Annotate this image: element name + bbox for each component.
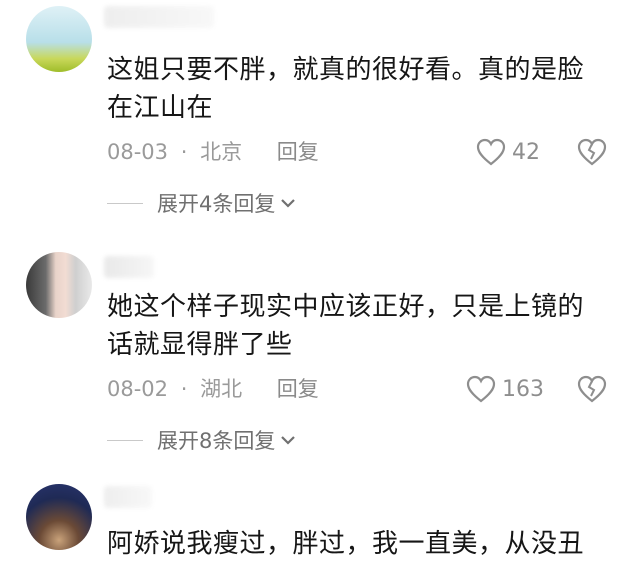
expand-replies-button[interactable]: 展开4条回复 [107,188,297,218]
expand-replies-label: 展开8条回复 [157,429,276,453]
expand-replies-label: 展开4条回复 [157,192,276,216]
chevron-down-icon [281,436,296,445]
comment-date: 08-03 [107,140,169,164]
comment-meta: 08-03 · 北京 回复 [107,137,319,167]
dislike-button[interactable] [576,137,608,167]
divider [107,439,143,441]
chevron-down-icon [281,199,296,208]
comment-location: 北京 [200,140,243,164]
avatar[interactable] [26,484,92,550]
meta-separator: · [180,140,188,164]
like-button[interactable]: 42 [476,135,540,169]
avatar[interactable] [26,252,92,318]
like-count: 42 [512,139,540,165]
comment-text: 这姐只要不胖，就真的很好看。真的是脸在江山在 [107,55,585,123]
comment-text: 她这个样子现实中应该正好，只是上镜的话就显得胖了些 [107,292,585,360]
reply-button[interactable]: 回复 [277,377,319,401]
like-count: 163 [502,376,544,402]
expand-replies-button[interactable]: 展开8条回复 [107,425,297,455]
username[interactable] [104,6,214,28]
like-button[interactable]: 163 [466,372,544,406]
broken-heart-icon [577,138,607,166]
heart-outline-icon [466,375,496,403]
username[interactable] [104,486,152,508]
avatar[interactable] [26,6,92,72]
heart-outline-icon [476,138,506,166]
comment-location: 湖北 [200,377,243,401]
broken-heart-icon [577,375,607,403]
divider [107,202,143,204]
comment-text: 阿娇说我瘦过，胖过，我一直美，从没丑 [107,529,585,559]
comment-meta: 08-02 · 湖北 回复 [107,374,319,404]
meta-separator: · [180,377,188,401]
username[interactable] [104,256,154,278]
comment-date: 08-02 [107,377,169,401]
reply-button[interactable]: 回复 [277,140,319,164]
dislike-button[interactable] [576,374,608,404]
